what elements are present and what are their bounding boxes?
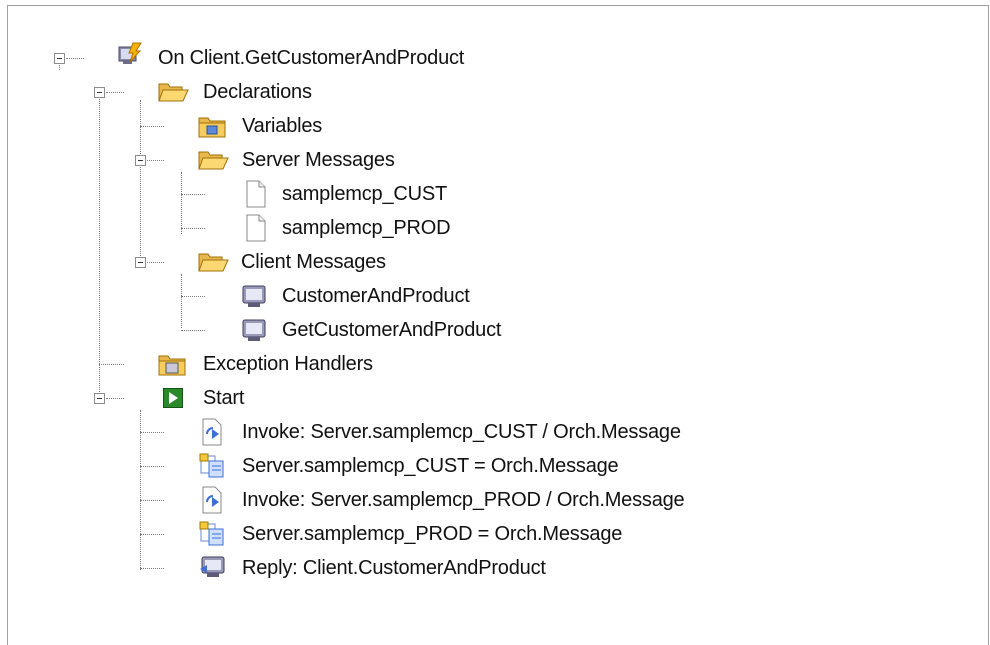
- tree-node-label: Reply: Client.CustomerAndProduct: [242, 557, 546, 579]
- document-icon: [246, 214, 266, 242]
- tree-node-label: Variables: [242, 115, 323, 137]
- tree-line: [147, 262, 164, 263]
- tree-line: [99, 96, 100, 398]
- tree-node-label: Server Messages: [242, 149, 395, 171]
- monitor-message-icon: [242, 285, 266, 307]
- monitor-message-icon: [242, 319, 266, 341]
- tree-node-label: CustomerAndProduct: [282, 285, 470, 307]
- tree-line: [140, 100, 141, 258]
- tree-node-label: Exception Handlers: [203, 353, 373, 375]
- collapse-toggle[interactable]: [135, 257, 146, 268]
- tree-node-label: On Client.GetCustomerAndProduct: [158, 47, 465, 69]
- start-icon: [163, 388, 183, 408]
- tree-line: [140, 410, 141, 570]
- folder-open-icon: [198, 151, 229, 170]
- collapse-toggle[interactable]: [135, 155, 146, 166]
- collapse-toggle[interactable]: [94, 393, 105, 404]
- tree-node-label: Client Messages: [241, 251, 386, 273]
- tree-line: [147, 160, 164, 161]
- assign-icon: [199, 521, 224, 546]
- tree-line: [140, 500, 164, 501]
- tree-node-label: Start: [203, 387, 245, 409]
- tree-node-label: samplemcp_PROD: [282, 217, 451, 239]
- tree-line: [181, 330, 205, 331]
- tree-line: [66, 58, 84, 59]
- collapse-toggle[interactable]: [54, 53, 65, 64]
- tree-line: [140, 126, 164, 127]
- document-icon: [246, 180, 266, 208]
- tree-line: [181, 194, 205, 195]
- tree-line: [140, 534, 164, 535]
- tree-node-label: GetCustomerAndProduct: [282, 319, 502, 341]
- tree-line: [99, 364, 124, 365]
- tree-line: [181, 274, 182, 328]
- tree-node-label: Invoke: Server.samplemcp_CUST / Orch.Mes…: [242, 421, 681, 443]
- assign-icon: [199, 453, 224, 478]
- variables-folder-icon: [198, 117, 226, 138]
- collapse-toggle[interactable]: [94, 87, 105, 98]
- orchestration-icon: [118, 42, 142, 64]
- invoke-icon: [202, 418, 222, 446]
- invoke-icon: [202, 486, 222, 514]
- reply-icon: [200, 556, 225, 577]
- tree-line: [181, 296, 205, 297]
- folder-open-icon: [198, 253, 229, 272]
- tree-line: [106, 398, 124, 399]
- tree-node-label: samplemcp_CUST: [282, 183, 448, 205]
- tree-line: [140, 432, 164, 433]
- exception-folder-icon: [158, 355, 186, 376]
- tree-line: [106, 92, 124, 93]
- tree-node-label: Server.samplemcp_CUST = Orch.Message: [242, 455, 619, 477]
- tree-line: [140, 466, 164, 467]
- tree-line: [140, 568, 164, 569]
- tree-node-label: Server.samplemcp_PROD = Orch.Message: [242, 523, 623, 545]
- folder-open-icon: [158, 83, 189, 102]
- tree-line: [181, 228, 205, 229]
- tree-line: [181, 172, 182, 234]
- tree-node-label: Invoke: Server.samplemcp_PROD / Orch.Mes…: [242, 489, 685, 511]
- tree-node-label: Declarations: [203, 81, 312, 103]
